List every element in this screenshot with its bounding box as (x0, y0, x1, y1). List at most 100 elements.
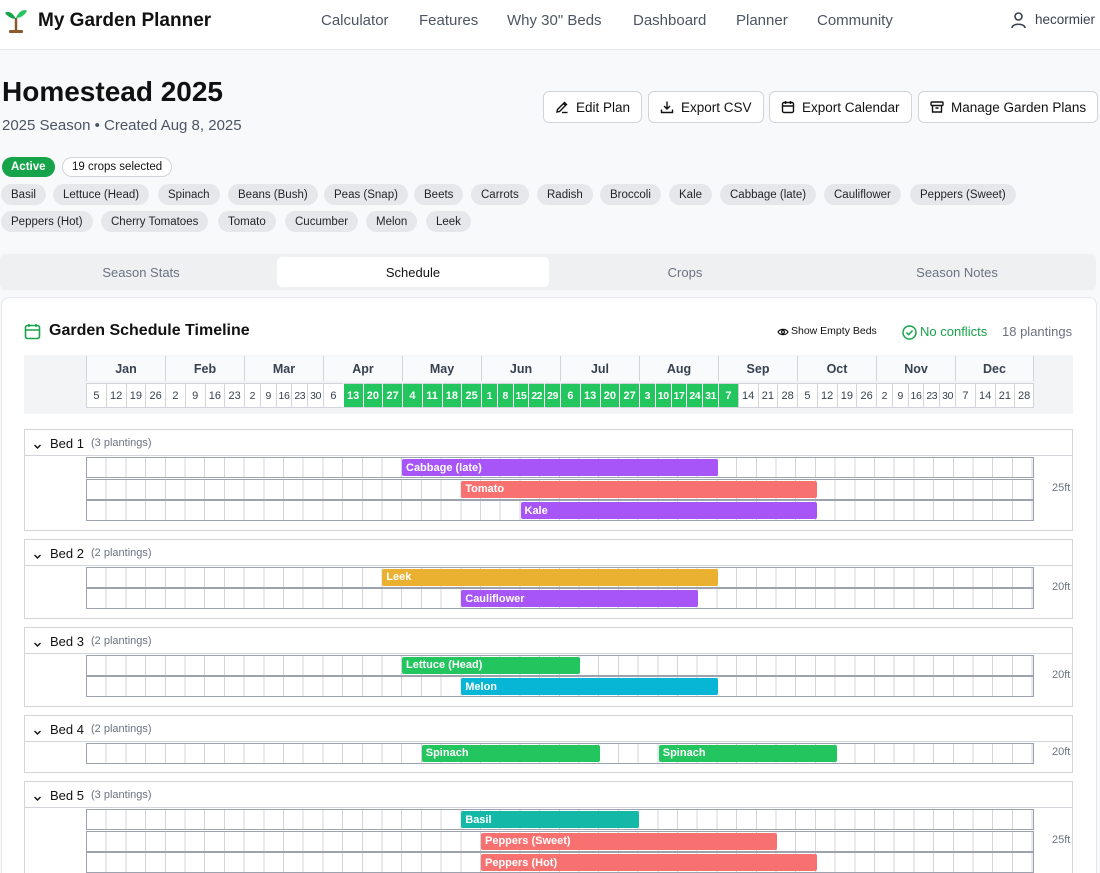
crop-chip: Peppers (Hot) (1, 211, 93, 232)
bed-size: 20ft (1052, 581, 1071, 593)
bed-name: Bed 3 (50, 633, 84, 649)
week-cell: 18 (441, 383, 462, 408)
export-calendar-button[interactable]: Export Calendar (769, 91, 912, 123)
crops-selected-badge: 19 crops selected (62, 157, 173, 177)
brand-name[interactable]: My Garden Planner (38, 10, 211, 32)
bed-header[interactable]: Bed 4 (2 plantings) (25, 716, 1072, 742)
planting-bar[interactable]: Lettuce (Head) (402, 656, 580, 674)
nav-link-community[interactable]: Community (817, 12, 893, 29)
bed-name: Bed 4 (50, 721, 84, 737)
username[interactable]: hecormier (1035, 12, 1095, 27)
month-header: Mar (244, 356, 323, 381)
planting-bar[interactable]: Peppers (Sweet) (481, 832, 778, 850)
bed-plantings-count: (2 plantings) (91, 634, 152, 647)
week-cell: 5 (797, 383, 817, 408)
bed-header[interactable]: Bed 3 (2 plantings) (25, 628, 1072, 654)
planting-bar[interactable]: Peppers (Hot) (481, 854, 817, 871)
plantings-count: 18 plantings (1002, 324, 1073, 339)
week-cell: 26 (145, 383, 165, 408)
week-cell: 13 (342, 383, 363, 408)
month-header: Dec (955, 356, 1034, 381)
planting-bar[interactable]: Kale (520, 502, 817, 519)
week-cell: 6 (560, 383, 580, 408)
planting-bar[interactable]: Cauliflower (461, 590, 699, 607)
bed-size: 25ft (1052, 834, 1071, 847)
week-cell: 9 (891, 383, 908, 408)
bed-section: Bed 5 (3 plantings) Basil Peppers (Sweet) Pe… (24, 781, 1073, 873)
bed-size: 25ft (1052, 482, 1071, 495)
chevron-down-icon[interactable] (33, 548, 42, 566)
month-header: Jul (560, 356, 639, 381)
crop-chip: Kale (669, 184, 713, 205)
week-cell: 23 (291, 383, 308, 408)
month-header: Jun (481, 356, 560, 381)
planting-bar[interactable]: Cabbage (late) (402, 459, 718, 476)
nav-link-calculator[interactable]: Calculator (321, 12, 389, 29)
seedling-logo-icon (5, 10, 27, 33)
bed-header[interactable]: Bed 5 (3 plantings) (25, 782, 1072, 808)
week-cell: 4 (402, 383, 422, 408)
plan-subtitle: 2025 Season • Created Aug 8, 2025 (2, 117, 242, 134)
planting-bar[interactable]: Spinach (658, 744, 837, 762)
crop-chip: Broccoli (600, 184, 661, 205)
week-cell: 8 (496, 383, 513, 408)
manage-garden-plans-label: Manage Garden Plans (951, 99, 1087, 115)
bed-name: Bed 2 (50, 545, 84, 561)
show-empty-beds-toggle[interactable]: Show Empty Beds (791, 325, 877, 337)
bed-plantings-count: (2 plantings) (91, 722, 152, 735)
week-cell: 28 (1014, 383, 1034, 408)
timeline-title: Garden Schedule Timeline (49, 322, 250, 339)
month-header: Nov (876, 356, 955, 381)
tab-season-notes[interactable]: Season Notes (821, 257, 1093, 287)
export-csv-button[interactable]: Export CSV (648, 91, 764, 123)
chevron-down-icon[interactable] (33, 636, 42, 654)
bed-header[interactable]: Bed 2 (2 plantings) (25, 540, 1072, 566)
calendar-icon (781, 101, 795, 114)
bed-header[interactable]: Bed 1 (3 plantings) (25, 430, 1072, 456)
tab-season-stats[interactable]: Season Stats (5, 257, 277, 287)
chevron-down-icon[interactable] (33, 724, 42, 742)
week-cell: 22 (528, 383, 545, 408)
crop-chip: Tomato (218, 211, 276, 232)
user-icon[interactable] (1010, 11, 1027, 29)
planting-bar[interactable]: Basil (461, 811, 639, 828)
chevron-down-icon[interactable] (33, 790, 42, 808)
week-cell: 2 (876, 383, 892, 408)
nav-link-features[interactable]: Features (419, 12, 478, 29)
week-cell: 9 (259, 383, 276, 408)
status-badge: Active (2, 157, 55, 177)
week-cell: 6 (323, 383, 343, 408)
week-cell: 23 (224, 383, 244, 408)
nav-link-dashboard[interactable]: Dashboard (633, 12, 706, 29)
month-header: Oct (797, 356, 876, 381)
week-cell: 31 (702, 383, 718, 408)
week-cell: 14 (737, 383, 758, 408)
week-cell: 12 (105, 383, 126, 408)
planting-bar[interactable]: Melon (461, 678, 718, 695)
manage-garden-plans-button[interactable]: Manage Garden Plans (918, 91, 1099, 123)
crop-chip: Basil (1, 184, 46, 205)
month-header: Apr (323, 356, 402, 381)
eye-icon[interactable] (777, 327, 789, 337)
crop-chip: Peas (Snap) (324, 184, 408, 205)
tab-crops[interactable]: Crops (549, 257, 821, 287)
view-tabs: Season Stats Schedule Crops Season Notes (0, 254, 1096, 290)
planting-bar[interactable]: Tomato (461, 480, 817, 498)
planting-bar[interactable]: Spinach (421, 744, 600, 762)
chevron-down-icon[interactable] (33, 438, 42, 456)
planting-bar[interactable]: Leek (382, 568, 718, 586)
crop-chip: Leek (426, 211, 471, 232)
tab-schedule[interactable]: Schedule (277, 257, 549, 287)
nav-link-planner[interactable]: Planner (736, 12, 788, 29)
week-cell: 20 (599, 383, 620, 408)
bed-section: Bed 2 (2 plantings) Leek Cauliflower 20ft (24, 538, 1073, 619)
bed-size: 20ft (1052, 669, 1071, 681)
nav-link-why-30-beds[interactable]: Why 30" Beds (507, 12, 602, 29)
check-circle-icon (902, 325, 917, 340)
week-cell: 12 (816, 383, 837, 408)
week-cell: 2 (244, 383, 260, 408)
week-cell: 30 (307, 383, 323, 408)
edit-plan-label: Edit Plan (576, 99, 631, 115)
edit-plan-button[interactable]: Edit Plan (543, 91, 643, 123)
week-cell: 1 (481, 383, 497, 408)
